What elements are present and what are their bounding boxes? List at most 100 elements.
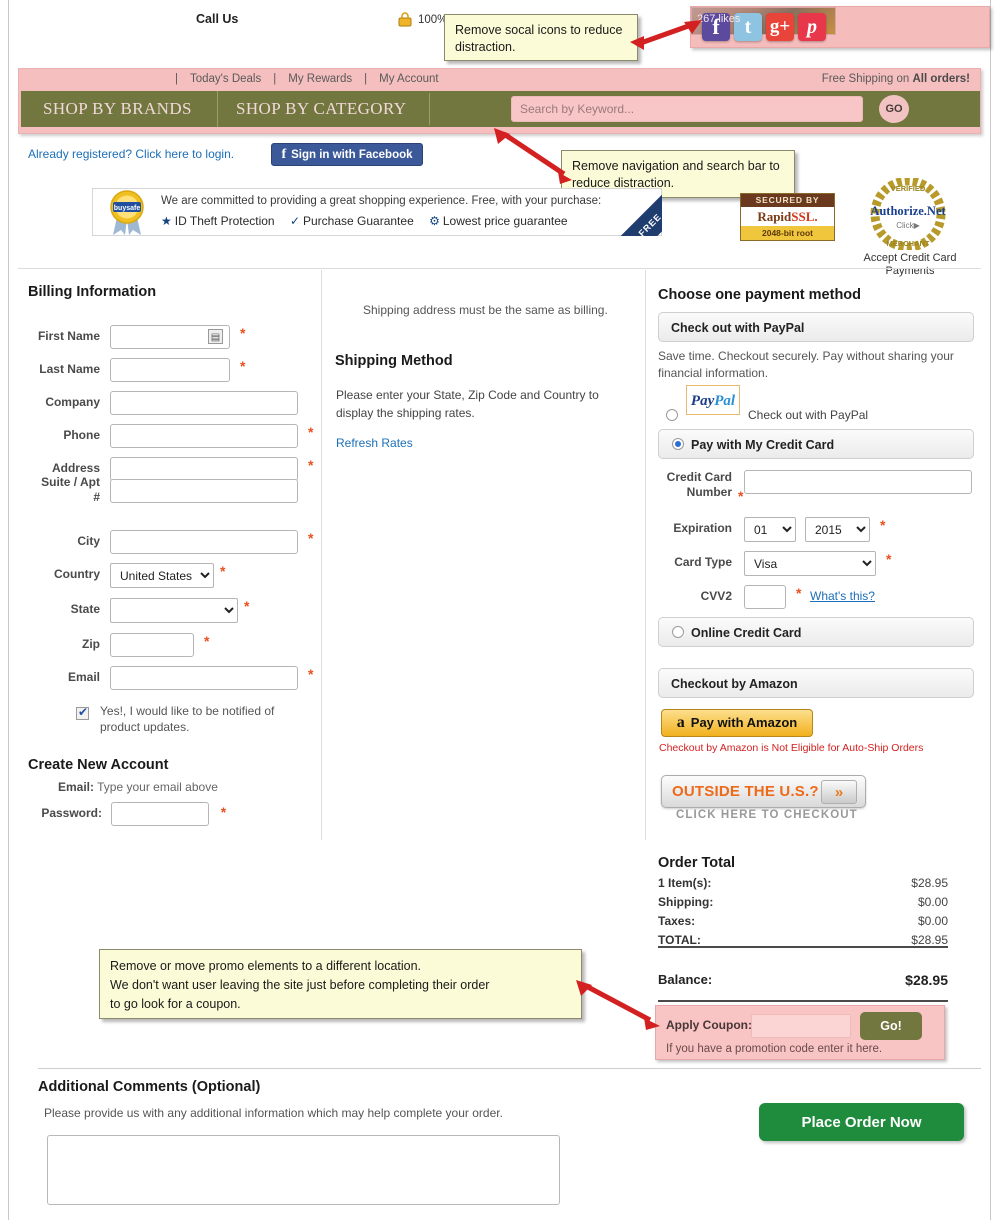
nav-link-todays-deals[interactable]: Today's Deals xyxy=(190,73,261,85)
billing-input-suite-apt[interactable] xyxy=(110,479,298,503)
login-link[interactable]: Already registered? Click here to login. xyxy=(28,147,234,161)
rapidssl-brand: RapidSSL. xyxy=(741,207,834,227)
svg-text:MERCHANT: MERCHANT xyxy=(887,239,930,248)
place-order-button[interactable]: Place Order Now xyxy=(759,1103,964,1141)
billing-input-last-name[interactable] xyxy=(110,358,230,382)
authorize-net-badge[interactable]: VERIFIED MERCHANT Authorize.Net Click▶ A… xyxy=(862,178,958,277)
newsletter-label: Yes!, I would like to be notified of pro… xyxy=(100,704,275,734)
billing-label: State xyxy=(70,602,100,616)
callout-line: We don't want user leaving the site just… xyxy=(110,978,490,992)
shop-by-brands-button[interactable]: SHOP BY BRANDS xyxy=(25,91,210,127)
sep: | xyxy=(273,73,277,85)
online-credit-card-section-bar[interactable]: Online Credit Card xyxy=(658,617,974,647)
billing-input-company[interactable] xyxy=(110,391,298,415)
lock-icon xyxy=(398,12,412,27)
billing-select-state[interactable] xyxy=(110,598,238,623)
pinterest-icon[interactable]: p xyxy=(798,13,826,41)
badge-lowest-price-label: Lowest price guarantee xyxy=(442,214,568,228)
facebook-signin-button[interactable]: f Sign in with Facebook xyxy=(271,143,423,166)
card-type-select[interactable]: Visa xyxy=(744,551,876,576)
cvv-help-link[interactable]: What's this? xyxy=(810,589,875,603)
outside-us-button[interactable]: OUTSIDE THE U.S.? » xyxy=(661,775,866,808)
order-total-row: Taxes: $0.00 xyxy=(658,914,948,933)
rapidssl-badge: SECURED BY RapidSSL. 2048-bit root xyxy=(740,193,835,241)
refresh-rates-link[interactable]: Refresh Rates xyxy=(336,436,413,450)
billing-input-email[interactable] xyxy=(110,666,298,690)
free-shipping-prefix: Free Shipping on xyxy=(821,73,913,85)
ssl-percent-label: 100% xyxy=(418,14,448,26)
paypal-radio[interactable] xyxy=(666,409,678,421)
billing-select-country[interactable]: United States xyxy=(110,563,214,588)
required-marker: * xyxy=(308,666,314,682)
pay-with-amazon-label: Pay with Amazon xyxy=(690,715,798,730)
billing-input-zip[interactable] xyxy=(110,633,194,657)
amazon-section-bar[interactable]: Checkout by Amazon xyxy=(658,668,974,698)
required-marker: * xyxy=(308,424,314,440)
callout-line: to go look for a coupon. xyxy=(110,997,241,1011)
facebook-f-icon: f xyxy=(281,146,287,162)
facebook-signin-label: Sign in with Facebook xyxy=(291,148,413,161)
coupon-go-button[interactable]: Go! xyxy=(860,1012,922,1040)
sep: | xyxy=(175,73,178,85)
search-input[interactable] xyxy=(511,96,863,122)
nav-link-my-account[interactable]: My Account xyxy=(379,73,438,85)
billing-input-city[interactable] xyxy=(110,530,298,554)
billing-label: Country xyxy=(54,567,100,581)
chevron-right-icon: » xyxy=(821,780,857,804)
cvv-field[interactable] xyxy=(744,585,786,609)
authorize-net-seal-icon: VERIFIED MERCHANT Authorize.Net Click▶ xyxy=(870,178,946,250)
svg-text:Click▶: Click▶ xyxy=(896,221,920,230)
tag-icon: ⚙ xyxy=(429,214,440,228)
top-links: | Today's Deals | My Rewards | My Account xyxy=(169,73,445,85)
billing-row-zip: Zip * xyxy=(28,633,328,661)
billing-row-state: State * xyxy=(28,598,328,626)
required-marker: * xyxy=(308,530,314,546)
billing-row-first-name: First Name ▤ * xyxy=(28,325,328,353)
order-total-row-label: TOTAL: xyxy=(658,933,701,947)
coupon-hint: If you have a promotion code enter it he… xyxy=(666,1043,883,1055)
outside-us-label: OUTSIDE THE U.S.? xyxy=(672,783,819,800)
billing-label: Phone xyxy=(63,428,100,442)
order-total-row-label: Shipping: xyxy=(658,895,714,909)
autofill-icon[interactable]: ▤ xyxy=(208,329,223,344)
billing-label: Last Name xyxy=(39,362,100,376)
newsletter-checkbox[interactable] xyxy=(76,705,89,720)
free-shipping-notice: Free Shipping on All orders! xyxy=(822,73,970,85)
search-go-button[interactable]: GO xyxy=(879,95,909,123)
rapidssl-ssl: SSL. xyxy=(791,209,818,224)
content-bottom-rule xyxy=(38,1068,981,1069)
authorize-net-caption: Accept Credit Card Payments xyxy=(863,252,957,277)
paypal-section-bar[interactable]: Check out with PayPal xyxy=(658,312,974,342)
shop-by-category-button[interactable]: SHOP BY CATEGORY xyxy=(217,91,424,127)
cc-number-field[interactable] xyxy=(744,470,972,494)
billing-row-phone: Phone * xyxy=(28,424,328,452)
create-account-email-label: Email: xyxy=(58,780,95,794)
expiration-month-select[interactable]: 01 xyxy=(744,517,796,542)
coupon-input[interactable] xyxy=(751,1014,851,1038)
online-credit-card-radio[interactable] xyxy=(672,626,684,638)
additional-comments-textarea[interactable] xyxy=(47,1135,560,1205)
billing-label: Zip xyxy=(82,637,100,651)
pay-with-amazon-button[interactable]: a Pay with Amazon xyxy=(661,709,813,737)
password-field[interactable] xyxy=(111,802,210,826)
credit-card-section-bar[interactable]: Pay with My Credit Card xyxy=(658,429,974,459)
order-total-row-value: $28.95 xyxy=(911,876,948,890)
paypal-radio-label: Check out with PayPal xyxy=(748,408,869,422)
expiration-year-select[interactable]: 2015 xyxy=(805,517,870,542)
content-top-rule xyxy=(18,268,981,269)
billing-input-address[interactable] xyxy=(110,457,298,481)
shipping-method-title: Shipping Method xyxy=(335,353,453,369)
nav-link-my-rewards[interactable]: My Rewards xyxy=(288,73,352,85)
billing-row-suite-apt: Suite / Apt # xyxy=(28,475,328,507)
billing-row-city: City * xyxy=(28,530,328,558)
googleplus-icon[interactable]: g+ xyxy=(766,13,794,41)
nav-divider xyxy=(429,93,430,125)
create-account-email-row: Email: Type your email above xyxy=(58,780,218,794)
billing-input-phone[interactable] xyxy=(110,424,298,448)
billing-label: Suite / Apt # xyxy=(41,475,100,504)
order-total-rule-bottom xyxy=(658,1000,948,1002)
credit-card-radio[interactable] xyxy=(672,438,684,450)
badge-id-theft: ★ ID Theft Protection xyxy=(161,214,275,228)
apply-coupon-box: Apply Coupon: Go! If you have a promotio… xyxy=(655,1005,945,1060)
billing-label: Email xyxy=(67,670,100,684)
